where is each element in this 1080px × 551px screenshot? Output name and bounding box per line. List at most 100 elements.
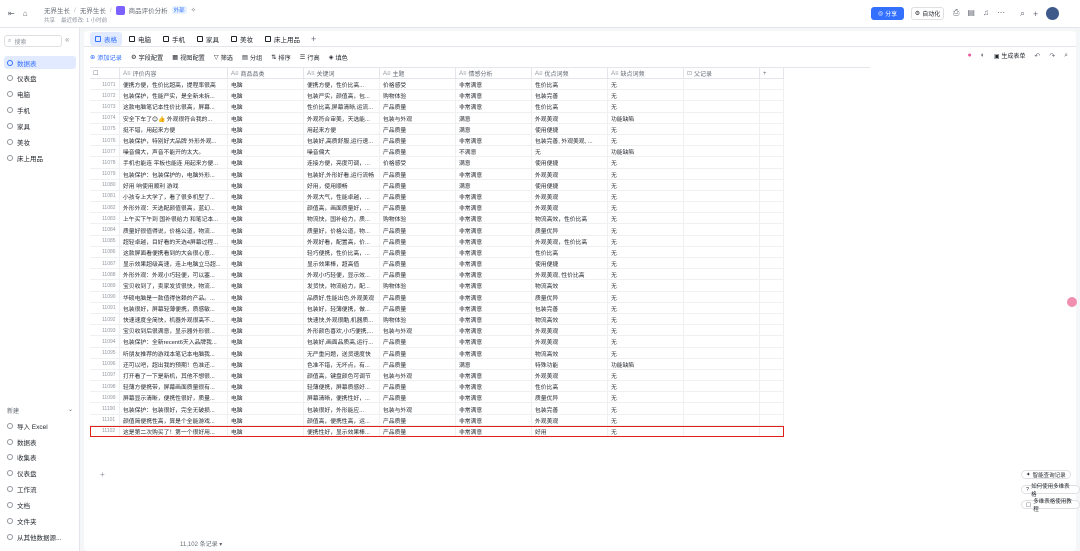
table-cell[interactable]: 电脑	[228, 258, 304, 270]
table-cell[interactable]: 非常满意	[456, 280, 532, 292]
table-cell[interactable]: 便携方便，性价比超高，提程率很高	[120, 79, 228, 91]
sidebar-new-form[interactable]: 收集表	[4, 450, 76, 463]
table-cell[interactable]: 非常满意	[456, 291, 532, 303]
table-cell[interactable]: 购物体验	[380, 90, 456, 102]
table-cell[interactable]: 产品质量	[380, 425, 456, 437]
collapse-sidebar-icon[interactable]: «	[65, 35, 69, 44]
filter-button[interactable]: ▽ 筛选	[214, 53, 233, 62]
sidebar-new-import-excel[interactable]: 导入 Excel	[4, 419, 76, 432]
table-cell[interactable]: 外观大气，性能卓越，...	[304, 190, 380, 203]
table-cell[interactable]: 特殊功能	[532, 358, 608, 370]
table-cell[interactable]: 电脑	[228, 325, 304, 337]
table-cell[interactable]: 无	[608, 246, 684, 258]
table-cell[interactable]: 产品质量	[380, 235, 456, 247]
table-row[interactable]: 11096 还可以吧，超出我的预期！色准还... 电脑 色准不错，无坏点，有... 产品…	[90, 358, 784, 370]
table-cell[interactable]: 噪音偏大	[304, 146, 380, 158]
table-cell[interactable]: 购物体验	[380, 313, 456, 326]
table-cell[interactable]: 包装好,外形好看,运行流畅	[304, 168, 380, 180]
table-cell[interactable]: 非常满意	[456, 101, 532, 113]
table-cell[interactable]: 宝贝收到后很满意，显示器外形很...	[120, 325, 228, 337]
column-header[interactable]: A≡ 商品品类	[228, 68, 304, 79]
table-cell[interactable]	[760, 213, 784, 225]
table-cell[interactable]: 好用 响使用顺利 游戏	[120, 179, 228, 191]
table-cell[interactable]: 包装很好，屏幕轻薄便携，质感敏...	[120, 302, 228, 314]
table-cell[interactable]: 电脑	[228, 202, 304, 214]
table-cell[interactable]: 购物体验	[380, 280, 456, 292]
pin-icon[interactable]: ✧	[191, 6, 196, 14]
table-cell[interactable]: 非常满意	[456, 168, 532, 180]
table-row[interactable]: 11071 便携方便，性价比超高，提程率很高 电脑 便携方便，性价比高... 价格感受非…	[90, 79, 784, 91]
sidebar-item-beauty[interactable]: 美妆	[4, 135, 76, 148]
row-index[interactable]: 11078	[90, 157, 120, 169]
table-cell[interactable]: 无	[608, 414, 684, 426]
table-cell[interactable]: 包装与外观	[380, 403, 456, 415]
row-index[interactable]: 11081	[90, 190, 120, 203]
table-cell[interactable]: 电脑	[228, 392, 304, 404]
table-cell[interactable]: 无	[608, 381, 684, 393]
automation-button[interactable]: ⚙ 自动化	[911, 7, 944, 20]
table-cell[interactable]	[684, 202, 760, 214]
table-cell[interactable]	[760, 134, 784, 147]
plus-icon[interactable]: +	[1033, 9, 1038, 19]
table-cell[interactable]: 外观美观	[532, 168, 608, 180]
table-cell[interactable]: 包装完善	[532, 90, 608, 102]
table-cell[interactable]: 价格感受	[380, 79, 456, 91]
table-cell[interactable]: 快速速度全简快，机器外观很高不...	[120, 313, 228, 326]
table-cell[interactable]: 电脑	[228, 302, 304, 314]
add-record-button[interactable]: ⊕ 添加记录	[90, 53, 122, 62]
table-cell[interactable]: 无	[608, 213, 684, 225]
table-cell[interactable]: 非常满意	[456, 425, 532, 437]
table-cell[interactable]: 轻巧便携，性价比高，...	[304, 246, 380, 258]
table-cell[interactable]: 物流高效	[532, 347, 608, 359]
row-index[interactable]: 11071	[90, 79, 120, 91]
sort-button[interactable]: ⇅ 排序	[271, 53, 291, 62]
table-cell[interactable]	[760, 101, 784, 113]
group-button[interactable]: ▤ 分组	[242, 53, 262, 62]
table-cell[interactable]: 外观美观	[532, 202, 608, 214]
table-cell[interactable]: 外观小巧轻便，显示效...	[304, 269, 380, 281]
sidebar-new-doc[interactable]: 文档	[4, 498, 76, 511]
table-cell[interactable]	[684, 134, 760, 147]
add-row-icon[interactable]: +	[100, 470, 105, 479]
row-index[interactable]: 11072	[90, 90, 120, 102]
add-view-icon[interactable]: +	[307, 34, 320, 44]
row-index[interactable]: 11084	[90, 224, 120, 236]
table-cell[interactable]	[760, 414, 784, 426]
table-cell[interactable]: 外观美观	[532, 414, 608, 426]
table-row[interactable]: 11095 听朋友推荐的游戏本笔记本电脑我... 电脑 无严重问题，送货速度快 产品质量…	[90, 347, 784, 359]
table-cell[interactable]: 外观美观	[532, 325, 608, 337]
table-cell[interactable]	[684, 414, 760, 426]
redo-icon[interactable]: ↷	[1049, 52, 1055, 60]
table-cell[interactable]: 产品质量	[380, 291, 456, 303]
table-cell[interactable]: 包装严实，颜值高，包...	[304, 90, 380, 102]
column-header[interactable]: A≡ 缺点词频	[608, 68, 684, 79]
table-cell[interactable]	[684, 168, 760, 180]
table-cell[interactable]	[760, 224, 784, 236]
table-cell[interactable]: 质量好，价格公道，物...	[304, 224, 380, 236]
table-cell[interactable]: 非常满意	[456, 392, 532, 404]
table-row[interactable]: 11078 手机也能连 平板也能连 用起来方便... 电脑 连接方便，亮度可调，...…	[90, 157, 784, 169]
table-cell[interactable]: 产品质量	[380, 246, 456, 258]
table-row[interactable]: 11092 快速速度全简快，机器外观很高不... 电脑 快速快,外观很酷,机器质...…	[90, 313, 784, 326]
table-cell[interactable]: 使用便捷	[532, 258, 608, 270]
table-cell[interactable]: 电脑	[228, 224, 304, 236]
table-cell[interactable]: 电脑	[228, 403, 304, 415]
print-icon[interactable]: ⎙	[953, 8, 959, 18]
table-cell[interactable]: 满意	[456, 112, 532, 124]
table-cell[interactable]	[760, 425, 784, 437]
record-count[interactable]: 11,102 条记录 ▾	[180, 539, 222, 548]
table-cell[interactable]: 电脑	[228, 123, 304, 135]
row-index[interactable]: 11096	[90, 358, 120, 370]
table-cell[interactable]: 非常满意	[456, 79, 532, 91]
row-index[interactable]: 11074	[90, 112, 120, 124]
collapse-icon[interactable]: ⇤	[8, 9, 15, 18]
table-cell[interactable]: 产品质量	[380, 381, 456, 393]
table-cell[interactable]: 无	[608, 291, 684, 303]
row-index[interactable]: 11083	[90, 213, 120, 225]
table-cell[interactable]: 无	[608, 202, 684, 214]
row-index[interactable]: 11094	[90, 336, 120, 348]
tutorial-button[interactable]: ▢ 多维表格使用教程	[1021, 499, 1080, 513]
table-cell[interactable]: 电脑	[228, 347, 304, 359]
table-cell[interactable]	[760, 347, 784, 359]
table-cell[interactable]	[684, 269, 760, 281]
